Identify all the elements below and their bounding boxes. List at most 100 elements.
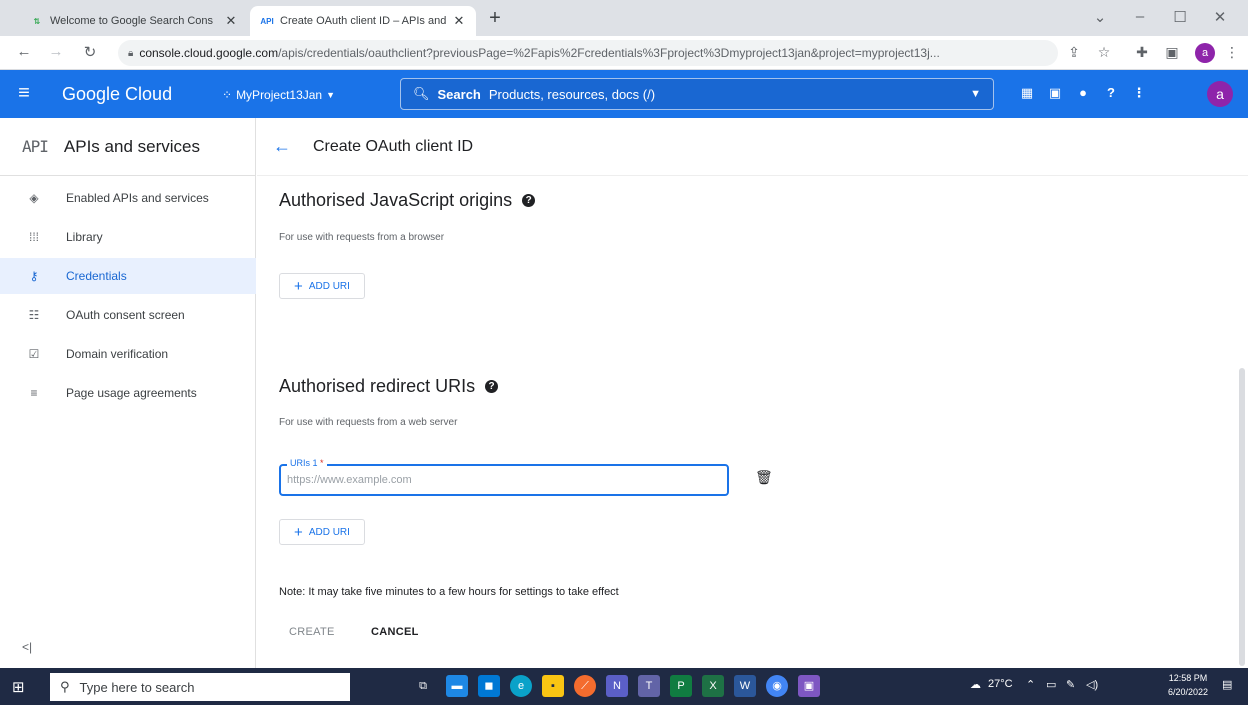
browser-menu-icon[interactable]: ⋮	[1222, 44, 1242, 61]
reload-icon[interactable]: ↻	[80, 43, 100, 61]
app-orange-icon[interactable]: ⟋	[574, 675, 596, 697]
sidebar-item-library[interactable]: ⁞⁞⁞ Library	[0, 219, 256, 255]
add-uri-label: ADD URI	[308, 280, 350, 292]
taskbar-search-box[interactable]: ⚲ Type here to search	[50, 673, 350, 701]
js-origins-subtitle: For use with requests from a browser	[279, 232, 445, 243]
redirect-uris-heading: Authorised redirect URIs ?	[279, 376, 499, 397]
settings-note: Note: It may take five minutes to a few …	[279, 586, 619, 598]
more-options-icon[interactable]: ⋮	[1129, 85, 1149, 101]
close-window-button[interactable]: ✕	[1200, 8, 1240, 26]
page-title: Create OAuth client ID	[313, 137, 474, 155]
trash-icon[interactable]: 🗑︎	[755, 469, 773, 486]
uri-field-label-text: URIs 1	[290, 458, 318, 468]
sidebar-item-credentials[interactable]: ⚷ Credentials	[0, 258, 256, 294]
chevron-down-icon: ▼	[326, 90, 336, 100]
app-purple-icon[interactable]: ▣	[798, 675, 820, 697]
publisher-icon[interactable]: P	[670, 675, 692, 697]
clock-time: 12:58 PM	[1168, 673, 1208, 683]
url-path: /apis/credentials/oauthclient?previousPa…	[278, 46, 940, 60]
minimize-button[interactable]: –	[1120, 8, 1160, 25]
task-view-icon[interactable]: ⧉	[412, 675, 434, 697]
consent-icon: ☷	[28, 308, 40, 322]
account-avatar[interactable]: a	[1207, 81, 1233, 107]
close-tab-icon[interactable]: ✕	[224, 13, 238, 29]
network-icon[interactable]: ▭	[1046, 678, 1056, 691]
search-icon: 🔍︎	[413, 86, 430, 101]
hamburger-menu-icon[interactable]: ≡	[12, 82, 36, 105]
browser-tab-strip: ⇅ Welcome to Google Search Cons ✕ API Cr…	[0, 0, 1248, 36]
sidebar-item-label: Page usage agreements	[66, 386, 197, 400]
project-selector[interactable]: ⁘ MyProject13Jan ▼	[222, 85, 335, 105]
share-icon[interactable]: ⇪	[1064, 44, 1084, 61]
main-content: ← Create OAuth client ID Authorised Java…	[257, 118, 1248, 668]
project-name: MyProject13Jan	[236, 88, 323, 102]
system-clock[interactable]: 12:58 PM 6/20/2022	[1168, 671, 1208, 699]
key-icon: ⚷	[29, 269, 39, 283]
browser-tab-oauth[interactable]: API Create OAuth client ID – APIs and ✕	[250, 6, 476, 36]
bookmark-star-icon[interactable]: ☆	[1094, 44, 1114, 61]
back-arrow-icon[interactable]: ←	[14, 43, 34, 60]
help-icon[interactable]: ?	[522, 194, 536, 207]
uri-field-label: URIs 1 *	[287, 458, 327, 468]
redirect-uri-input[interactable]	[287, 471, 717, 489]
notifications-bell-icon[interactable]: ●	[1073, 85, 1093, 100]
sidebar-item-domain-verification[interactable]: ☑ Domain verification	[0, 336, 256, 372]
search-placeholder: Products, resources, docs (/)	[488, 86, 656, 102]
help-icon[interactable]: ?	[485, 380, 499, 393]
word-icon[interactable]: W	[734, 675, 756, 697]
close-tab-icon[interactable]: ✕	[452, 13, 466, 29]
page-header: ← Create OAuth client ID	[257, 118, 1248, 176]
tab-title: Create OAuth client ID – APIs and	[280, 15, 447, 27]
js-origins-heading: Authorised JavaScript origins ?	[279, 190, 536, 211]
google-cloud-logo[interactable]: Google Cloud	[62, 84, 172, 105]
weather-icon[interactable]: ☁	[970, 678, 981, 691]
extensions-icon[interactable]: ✚	[1132, 44, 1152, 61]
excel-icon[interactable]: X	[702, 675, 724, 697]
add-js-origin-button[interactable]: + ADD URI	[279, 273, 365, 299]
sticky-notes-icon[interactable]: ▪	[542, 675, 564, 697]
teams-icon[interactable]: T	[638, 675, 660, 697]
onenote-icon[interactable]: N	[606, 675, 628, 697]
chrome-icon[interactable]: ◉	[766, 675, 788, 697]
redirect-uri-field[interactable]: URIs 1 *	[279, 458, 729, 496]
url-bar[interactable]: 🔒︎ console.cloud.google.com /apis/creden…	[118, 40, 1058, 66]
agreements-icon: ≡	[30, 386, 38, 400]
add-redirect-uri-button[interactable]: + ADD URI	[279, 519, 365, 545]
tray-chevron-icon[interactable]: ⌃	[1026, 678, 1035, 691]
notifications-icon[interactable]: ▤	[1222, 678, 1232, 691]
sidebar-item-oauth-consent[interactable]: ☷ OAuth consent screen	[0, 297, 256, 333]
sidebar-item-label: Enabled APIs and services	[66, 191, 209, 205]
js-origins-title: Authorised JavaScript origins	[279, 190, 513, 210]
gift-icon[interactable]: ▦	[1017, 85, 1037, 101]
search-label: Search	[437, 86, 481, 102]
cancel-button[interactable]: CANCEL	[371, 626, 419, 638]
side-panel-icon[interactable]: ▣	[1162, 44, 1182, 61]
back-arrow-icon[interactable]: ←	[273, 136, 291, 157]
sidebar-item-page-usage[interactable]: ≡ Page usage agreements	[0, 375, 256, 411]
cloud-shell-icon[interactable]: ▣	[1045, 85, 1065, 101]
edge-browser-icon[interactable]: e	[510, 675, 532, 697]
project-icon: ⁘	[222, 88, 233, 102]
file-explorer-icon[interactable]: ▬	[446, 675, 468, 697]
api-favicon-icon: API	[260, 16, 274, 26]
volume-icon[interactable]: ◁)	[1086, 678, 1098, 691]
maximize-button[interactable]: ☐	[1160, 8, 1200, 26]
store-icon[interactable]: ◼	[478, 675, 500, 697]
tab-search-icon[interactable]: ⌄	[1080, 8, 1120, 26]
forward-arrow-icon[interactable]: →	[46, 43, 66, 60]
chevron-down-icon[interactable]: ▼	[970, 88, 981, 100]
weather-temperature[interactable]: 27°C	[988, 678, 1013, 690]
console-search-bar[interactable]: 🔍︎ Search Products, resources, docs (/) …	[400, 78, 994, 110]
new-tab-button[interactable]: +	[484, 8, 506, 30]
windows-start-icon[interactable]: ⊞	[12, 678, 25, 696]
scrollbar[interactable]	[1239, 368, 1245, 666]
create-button[interactable]: CREATE	[289, 626, 335, 638]
pen-icon[interactable]: ✎	[1066, 678, 1075, 691]
browser-profile-avatar[interactable]: a	[1195, 43, 1215, 63]
collapse-nav-button[interactable]: <|	[22, 640, 32, 654]
help-icon[interactable]: ?	[1101, 85, 1121, 100]
clock-date: 6/20/2022	[1168, 687, 1209, 697]
browser-tab-search-console[interactable]: ⇅ Welcome to Google Search Cons ✕	[20, 6, 248, 36]
library-icon: ⁞⁞⁞	[28, 230, 39, 244]
sidebar-item-enabled-apis[interactable]: ◈ Enabled APIs and services	[0, 180, 256, 216]
